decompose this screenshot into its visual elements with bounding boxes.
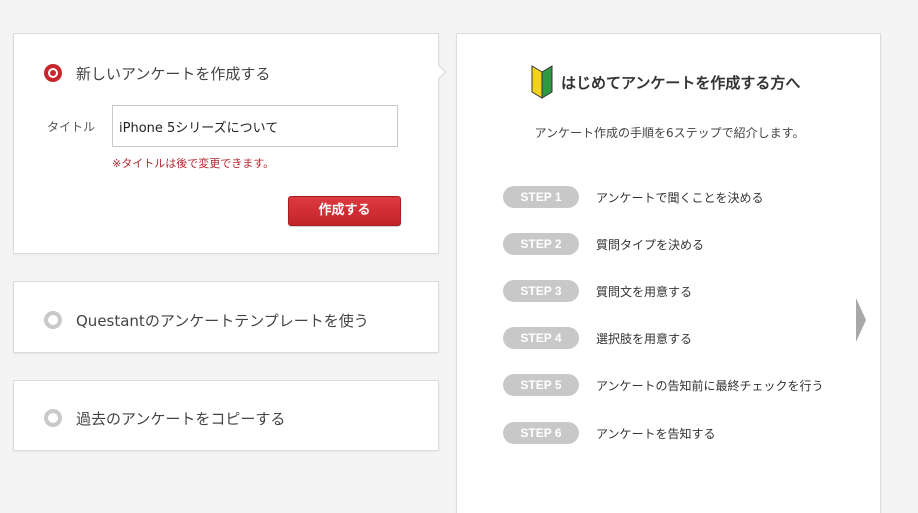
beginner-mark-icon [531,65,553,99]
step-badge: STEP 1 [503,186,579,208]
step-text[interactable]: 選択肢を用意する [596,330,692,347]
step-badge: STEP 3 [503,280,579,302]
radio-unselected-icon[interactable] [44,409,62,427]
radio-unselected-icon[interactable] [44,311,62,329]
create-new-label[interactable]: 新しいアンケートを作成する [76,63,270,84]
step-text[interactable]: アンケートを告知する [596,425,716,442]
step-text[interactable]: 質問タイプを決める [596,236,704,253]
title-note: ※タイトルは後で変更できます。 [112,157,275,170]
create-button[interactable]: 作成する [288,196,401,226]
step-badge: STEP 2 [503,233,579,255]
step-text[interactable]: アンケートで聞くことを決める [596,189,764,206]
use-template-card[interactable]: Questantのアンケートテンプレートを使う [13,281,439,353]
copy-survey-card[interactable]: 過去のアンケートをコピーする [13,380,439,451]
guide-subtitle: アンケート作成の手順を6ステップで紹介します。 [534,126,805,140]
title-label: タイトル [47,120,96,134]
title-input[interactable] [112,105,398,147]
radio-selected-icon[interactable] [44,64,62,82]
step-badge: STEP 5 [503,374,579,396]
survey-create-page: 新しいアンケートを作成する タイトル ※タイトルは後で変更できます。 作成する … [0,0,918,513]
chevron-right-icon[interactable] [856,298,866,342]
step-badge: STEP 6 [503,422,579,444]
use-template-label[interactable]: Questantのアンケートテンプレートを使う [76,310,369,331]
beginner-guide-panel: はじめてアンケートを作成する方へ アンケート作成の手順を6ステップで紹介します。… [456,33,881,513]
copy-survey-label[interactable]: 過去のアンケートをコピーする [76,408,285,429]
create-new-card[interactable]: 新しいアンケートを作成する タイトル ※タイトルは後で変更できます。 作成する [13,33,439,254]
guide-title: はじめてアンケートを作成する方へ [561,74,801,92]
step-text[interactable]: アンケートの告知前に最終チェックを行う [596,377,824,394]
step-badge: STEP 4 [503,327,579,349]
step-text[interactable]: 質問文を用意する [596,283,692,300]
card-pointer-arrow [437,64,447,80]
